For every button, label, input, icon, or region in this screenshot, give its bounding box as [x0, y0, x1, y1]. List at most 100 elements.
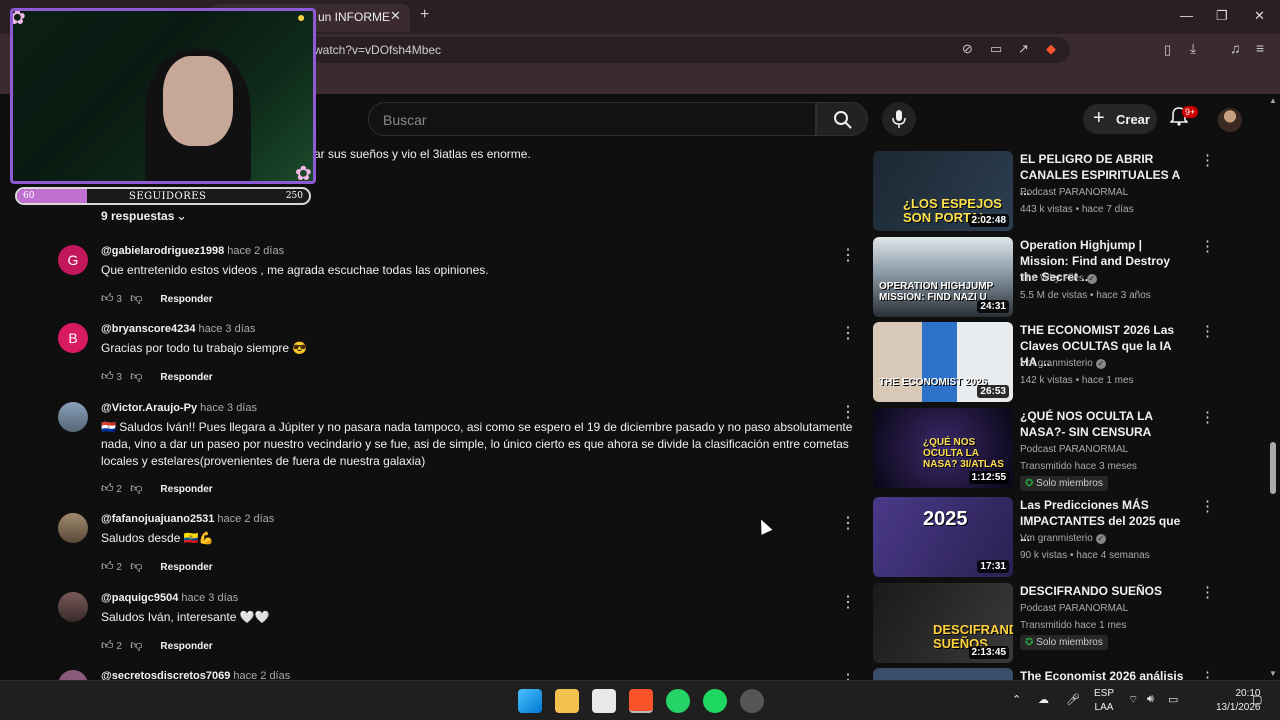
search-button[interactable] [816, 102, 868, 136]
like-icon[interactable]: 👍︎ [101, 638, 114, 652]
voice-search-button[interactable] [882, 102, 916, 136]
related-video[interactable]: ¿QUÉ NOS OCULTA LA NASA? 3I/ATLAS 1:12:5… [873, 408, 1215, 491]
comment-time[interactable]: hace 3 días [200, 402, 257, 414]
more-icon[interactable]: ⋮ [1200, 237, 1215, 255]
download-icon[interactable]: ⤓ [1190, 40, 1196, 57]
channel-name[interactable]: Podcast PARANORMAL [1020, 187, 1128, 198]
volume-icon[interactable]: 🔊︎ [1147, 693, 1154, 706]
maximize-icon[interactable]: ❐ [1216, 8, 1228, 24]
store-icon[interactable] [592, 689, 616, 713]
avatar[interactable] [58, 670, 88, 680]
video-title[interactable]: ¿QUÉ NOS OCULTA LA NASA?- SIN CENSURA [1020, 408, 1190, 440]
video-thumbnail[interactable]: ¿LOS ESPEJOS SON PORTAL 2:02:48 [873, 151, 1013, 231]
dislike-icon[interactable]: 👎︎ [130, 481, 142, 495]
more-icon[interactable]: ⋮ [840, 513, 856, 533]
related-video[interactable]: ¿LOS ESPEJOS SON PORTAL 2:02:48 EL PELIG… [873, 151, 1215, 231]
hide-icon[interactable]: ⊘ [962, 41, 973, 57]
menu-icon[interactable]: ≡ [1256, 40, 1264, 56]
channel-name[interactable]: Vm granmisterio ✓ [1020, 358, 1106, 369]
reply-button[interactable]: Responder [160, 562, 212, 573]
file-explorer-icon[interactable] [555, 689, 579, 713]
wifi-icon[interactable]: ⌔ [1128, 693, 1138, 707]
new-tab-button[interactable]: + [420, 6, 429, 24]
avatar[interactable] [58, 513, 88, 543]
avatar[interactable]: B [58, 323, 88, 353]
like-icon[interactable]: 👍︎ [101, 291, 114, 305]
replies-toggle[interactable]: 9 respuestas [101, 209, 174, 223]
more-icon[interactable]: ⋮ [1200, 583, 1215, 601]
search-input[interactable]: Buscar [368, 102, 816, 136]
battery-icon[interactable]: ▭ [1168, 693, 1178, 706]
avatar[interactable] [1218, 108, 1242, 132]
address-bar[interactable]: watch?v=vDOfsh4Mbec ⊘ ▭ ↗ ◆ [300, 37, 1070, 63]
more-icon[interactable]: ⋮ [1200, 408, 1215, 426]
more-icon[interactable]: ⋮ [840, 402, 856, 422]
comment-user[interactable]: @fafanojuajuano2531 [101, 513, 214, 525]
chevron-up-icon[interactable]: ⌃ [1012, 693, 1021, 706]
comment-time[interactable]: hace 2 días [217, 513, 274, 525]
cast-icon[interactable]: ▭ [990, 41, 1002, 57]
comment-user[interactable]: @bryanscore4234 [101, 323, 196, 335]
dislike-icon[interactable]: 👎︎ [130, 291, 142, 305]
obs-icon[interactable] [740, 689, 764, 713]
channel-name[interactable]: Podcast PARANORMAL [1020, 444, 1128, 455]
scrollbar-thumb[interactable] [1270, 442, 1276, 494]
close-window-icon[interactable]: ✕ [1254, 8, 1265, 24]
related-video[interactable]: DESCIFRANDO SUEÑOS 2:13:45 DESCIFRANDO S… [873, 583, 1215, 663]
more-icon[interactable]: ⋮ [840, 592, 856, 612]
related-video[interactable]: 2025 17:31 Las Predicciones MÁS IMPACTAN… [873, 497, 1215, 577]
mic-tray-icon[interactable]: 🎤︎ [1066, 693, 1080, 706]
create-button[interactable]: + Crear [1083, 104, 1157, 134]
brave-browser-icon[interactable] [629, 689, 653, 713]
video-thumbnail[interactable]: 2025 17:31 [873, 497, 1013, 577]
avatar[interactable] [58, 592, 88, 622]
close-tab-icon[interactable]: ✕ [390, 8, 401, 24]
video-title[interactable]: DESCIFRANDO SUEÑOS [1020, 583, 1190, 599]
like-icon[interactable]: 👍︎ [101, 481, 114, 495]
comment-time[interactable]: hace 2 días [233, 670, 290, 680]
video-thumbnail[interactable]: DESCIFRANDO SUEÑOS 2:13:45 [873, 583, 1013, 663]
video-thumbnail[interactable]: THE ECONOMIST 2026 26:53 [873, 322, 1013, 402]
video-title[interactable]: The Economist 2026 análisis [1020, 668, 1190, 680]
reply-button[interactable]: Responder [160, 372, 212, 383]
windows-start-icon[interactable] [518, 689, 542, 713]
dislike-icon[interactable]: 👎︎ [130, 559, 142, 573]
avatar[interactable] [58, 402, 88, 432]
minimize-icon[interactable]: — [1180, 8, 1193, 23]
notification-center-icon[interactable]: ▢ [1252, 693, 1262, 706]
media-icon[interactable]: ♫ [1230, 40, 1241, 56]
language-indicator[interactable]: ESP LAA [1094, 687, 1114, 715]
more-icon[interactable]: ⋮ [1200, 151, 1215, 169]
video-thumbnail[interactable] [873, 668, 1013, 680]
dislike-icon[interactable]: 👎︎ [130, 638, 142, 652]
avatar[interactable]: G [58, 245, 88, 275]
spotify-icon[interactable] [703, 689, 727, 713]
cloud-icon[interactable]: ☁ [1038, 693, 1049, 706]
more-icon[interactable]: ⋮ [1200, 322, 1215, 340]
comment-user[interactable]: @gabielarodriguez1998 [101, 245, 224, 257]
brave-shield-icon[interactable]: ◆ [1046, 41, 1056, 57]
comment-time[interactable]: hace 2 días [227, 245, 284, 257]
whatsapp-icon[interactable] [666, 689, 690, 713]
comment-user[interactable]: @secretosdiscretos7069 [101, 670, 230, 680]
more-icon[interactable]: ⋮ [840, 323, 856, 343]
more-icon[interactable]: ⋮ [1200, 668, 1213, 680]
comment-user[interactable]: @Victor.Araujo-Py [101, 402, 197, 414]
reply-button[interactable]: Responder [160, 294, 212, 305]
chevron-down-icon[interactable]: ⌄ [176, 208, 187, 224]
related-video[interactable]: OPERATION HIGHJUMP MISSION: FIND NAZI U … [873, 237, 1215, 317]
related-video[interactable]: THE ECONOMIST 2026 26:53 THE ECONOMIST 2… [873, 322, 1215, 402]
reply-button[interactable]: Responder [160, 484, 212, 495]
scroll-up-icon[interactable]: ▲ [1269, 96, 1277, 105]
like-icon[interactable]: 👍︎ [101, 369, 114, 383]
more-icon[interactable]: ⋮ [840, 670, 856, 680]
bookmark-icon[interactable]: ▯ [1164, 42, 1171, 58]
channel-name[interactable]: Podcast PARANORMAL [1020, 603, 1128, 614]
dislike-icon[interactable]: 👎︎ [130, 369, 142, 383]
scroll-down-icon[interactable]: ▼ [1269, 669, 1277, 678]
related-video[interactable]: The Economist 2026 análisis ⋮ [873, 668, 1213, 680]
more-icon[interactable]: ⋮ [840, 245, 856, 265]
channel-name[interactable]: The Why Files ✓ [1020, 273, 1097, 284]
comment-time[interactable]: hace 3 días [199, 323, 256, 335]
comment-user[interactable]: @paquigc9504 [101, 592, 178, 604]
